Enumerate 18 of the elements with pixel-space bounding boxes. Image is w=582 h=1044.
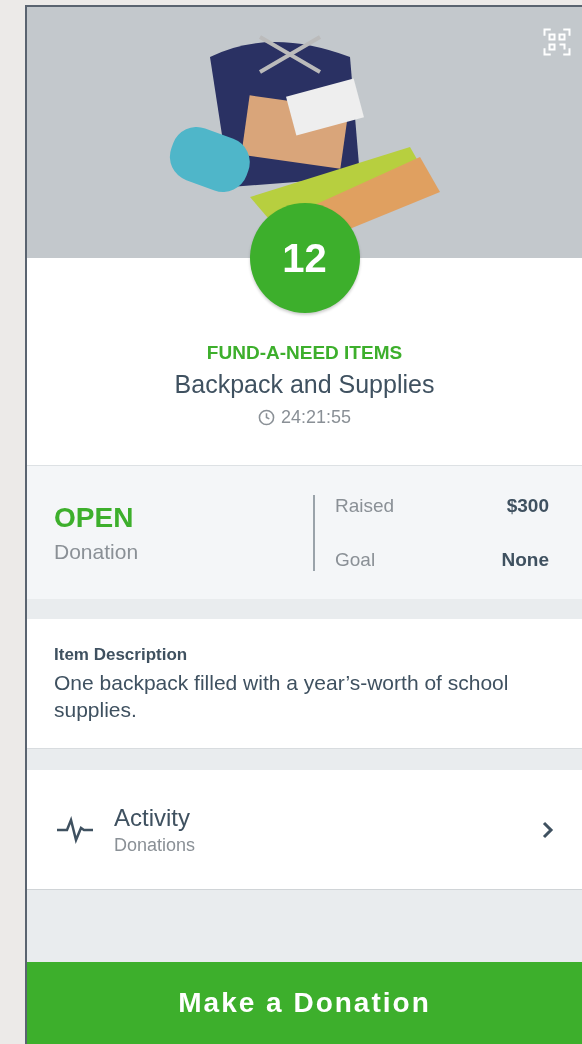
activity-subtitle: Donations: [114, 834, 197, 856]
activity-title: Activity: [114, 803, 191, 832]
activity-row[interactable]: Activity Donations: [27, 770, 582, 890]
clock-icon: [257, 409, 275, 426]
item-name: Backpack and Supplies: [174, 370, 435, 399]
description-text: One backpack filled with a year’s-worth of school supplies.: [54, 670, 510, 724]
stat-label: Raised: [335, 494, 395, 517]
description-heading: Item Description: [54, 645, 189, 665]
countdown-timer: 24:21:55: [280, 407, 352, 428]
qr-code-icon[interactable]: [542, 27, 572, 57]
stat-value: $300: [506, 494, 549, 517]
stat-value: None: [501, 548, 549, 571]
status-label: OPEN: [54, 501, 135, 534]
stat-label: Goal: [335, 548, 376, 571]
category-label: FUND-A-NEED ITEMS: [206, 342, 403, 364]
chevron-right-icon: [542, 820, 554, 839]
item-type: Donation: [54, 539, 140, 564]
pulse-icon: [56, 814, 94, 845]
